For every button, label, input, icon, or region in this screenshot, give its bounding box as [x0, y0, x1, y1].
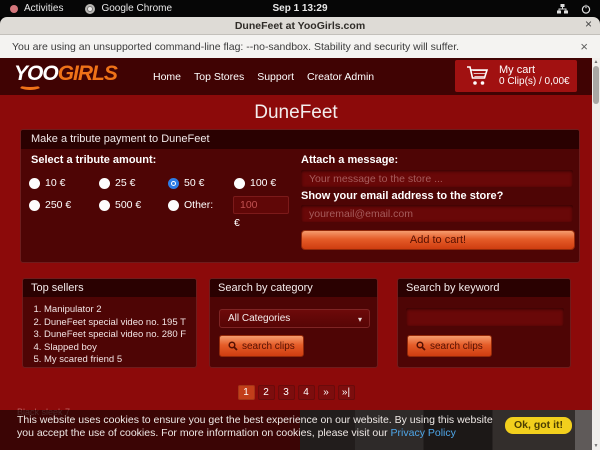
nav-item-top-stores[interactable]: Top Stores: [194, 71, 244, 83]
unsupported-flag-infobar: You are using an unsupported command-lin…: [0, 35, 600, 58]
radio-label: Other:: [184, 199, 213, 211]
category-select-value: All Categories: [228, 313, 290, 324]
category-select[interactable]: All Categories ▾: [219, 309, 370, 328]
site-header: YOOGIRLS Home Top Stores Support Creator…: [0, 58, 592, 95]
tribute-amount-option-25[interactable]: 25 €: [99, 177, 135, 189]
search-keyword-header: Search by keyword: [398, 279, 570, 297]
privacy-policy-link[interactable]: Privacy Policy: [391, 427, 456, 439]
other-amount-input[interactable]: [233, 196, 289, 214]
radio-label: 500 €: [115, 199, 141, 211]
tribute-amount-option-50[interactable]: 50 €: [168, 177, 204, 189]
page-button-last[interactable]: »|: [338, 385, 355, 400]
radio-icon[interactable]: [29, 178, 40, 189]
magnifier-icon: [228, 341, 238, 351]
recording-indicator-icon: [10, 5, 18, 13]
email-input[interactable]: [301, 205, 573, 222]
cart-icon: [466, 65, 490, 87]
window-titlebar[interactable]: DuneFeet at YooGirls.com ×: [0, 17, 600, 35]
radio-icon[interactable]: [234, 178, 245, 189]
search-category-header: Search by category: [210, 279, 377, 297]
radio-icon[interactable]: [99, 178, 110, 189]
window-title: DuneFeet at YooGirls.com: [235, 20, 365, 32]
nav-item-support[interactable]: Support: [257, 71, 294, 83]
search-clips-label: search clips: [242, 341, 295, 352]
radio-icon[interactable]: [168, 178, 179, 189]
infobar-message: You are using an unsupported command-lin…: [12, 41, 459, 53]
magnifier-icon: [416, 341, 426, 351]
search-clips-keyword-button[interactable]: search clips: [407, 335, 492, 357]
scrollbar[interactable]: ▲ ▼: [592, 58, 600, 450]
cookie-accept-button[interactable]: Ok, got it!: [505, 417, 572, 434]
top-sellers-panel: Top sellers Manipulator 2 DuneFeet speci…: [22, 278, 197, 368]
radio-label: 100 €: [250, 177, 276, 189]
page-button-1[interactable]: 1: [238, 385, 255, 400]
focused-app-menu[interactable]: Google Chrome: [101, 3, 172, 14]
radio-icon[interactable]: [168, 200, 179, 211]
nav-item-home[interactable]: Home: [153, 71, 181, 83]
add-to-cart-button[interactable]: Add to cart!: [301, 230, 575, 250]
scrollbar-thumb[interactable]: [593, 66, 599, 104]
scrollbar-up-icon[interactable]: ▲: [592, 59, 600, 65]
page-button-4[interactable]: 4: [298, 385, 315, 400]
tribute-amount-option-500[interactable]: 500 €: [99, 199, 141, 211]
top-sellers-header: Top sellers: [23, 279, 196, 297]
search-clips-label: search clips: [430, 341, 483, 352]
tribute-amount-option-10[interactable]: 10 €: [29, 177, 65, 189]
list-item[interactable]: My scared friend 5: [44, 354, 196, 367]
radio-icon[interactable]: [99, 200, 110, 211]
network-icon[interactable]: [557, 4, 568, 14]
search-category-panel: Search by category All Categories ▾ sear…: [209, 278, 378, 368]
list-item[interactable]: DuneFeet special video no. 195 T: [44, 317, 196, 330]
infobar-close-icon[interactable]: ×: [580, 39, 588, 54]
logo-smile-icon: [18, 81, 42, 90]
tribute-amount-option-100[interactable]: 100 €: [234, 177, 276, 189]
browser-viewport: YOOGIRLS Home Top Stores Support Creator…: [0, 58, 592, 450]
gnome-top-bar: Activities Google Chrome Sep 1 13:29: [0, 0, 600, 17]
amount-label: Select a tribute amount:: [31, 154, 156, 166]
top-sellers-list: Manipulator 2 DuneFeet special video no.…: [23, 304, 196, 367]
chrome-icon: [85, 4, 95, 14]
tribute-panel-header: Make a tribute payment to DuneFeet: [21, 130, 579, 149]
pagination: 1 2 3 4 » »|: [0, 385, 592, 400]
radio-label: 10 €: [45, 177, 65, 189]
main-nav: Home Top Stores Support Creator Admin: [153, 58, 374, 95]
scrollbar-down-icon[interactable]: ▼: [592, 443, 600, 449]
power-icon[interactable]: [581, 4, 591, 14]
page-button-3[interactable]: 3: [278, 385, 295, 400]
chevron-down-icon: ▾: [358, 311, 362, 328]
nav-item-creator-admin[interactable]: Creator Admin: [307, 71, 374, 83]
list-item[interactable]: Slapped boy: [44, 342, 196, 355]
screen: Activities Google Chrome Sep 1 13:29 Dun…: [0, 0, 600, 450]
page-button-next[interactable]: »: [318, 385, 335, 400]
radio-icon[interactable]: [29, 200, 40, 211]
currency-label: €: [234, 217, 240, 229]
radio-label: 25 €: [115, 177, 135, 189]
window-close-icon[interactable]: ×: [585, 17, 592, 31]
tribute-panel: Make a tribute payment to DuneFeet Selec…: [20, 129, 580, 263]
logo-text-girls: GIRLS: [58, 62, 117, 85]
activities-button[interactable]: Activities: [24, 3, 63, 14]
list-item[interactable]: DuneFeet special video no. 280 F: [44, 329, 196, 342]
radio-label: 250 €: [45, 199, 71, 211]
cart-label: My cart: [499, 64, 570, 76]
search-keyword-panel: Search by keyword search clips: [397, 278, 571, 368]
list-item[interactable]: Manipulator 2: [44, 304, 196, 317]
page-title: DuneFeet: [0, 102, 592, 124]
message-input[interactable]: [301, 170, 573, 187]
keyword-input[interactable]: [406, 308, 564, 326]
my-cart-button[interactable]: My cart 0 Clip(s) / 0,00€: [455, 60, 577, 92]
tribute-amount-option-other[interactable]: Other:: [168, 199, 213, 211]
radio-label: 50 €: [184, 177, 204, 189]
cart-summary: 0 Clip(s) / 0,00€: [499, 76, 570, 88]
page-button-2[interactable]: 2: [258, 385, 275, 400]
email-label: Show your email address to the store?: [301, 190, 503, 202]
cookie-message: This website uses cookies to ensure you …: [17, 414, 495, 440]
message-label: Attach a message:: [301, 154, 398, 166]
tribute-amount-option-250[interactable]: 250 €: [29, 199, 71, 211]
search-clips-category-button[interactable]: search clips: [219, 335, 304, 357]
